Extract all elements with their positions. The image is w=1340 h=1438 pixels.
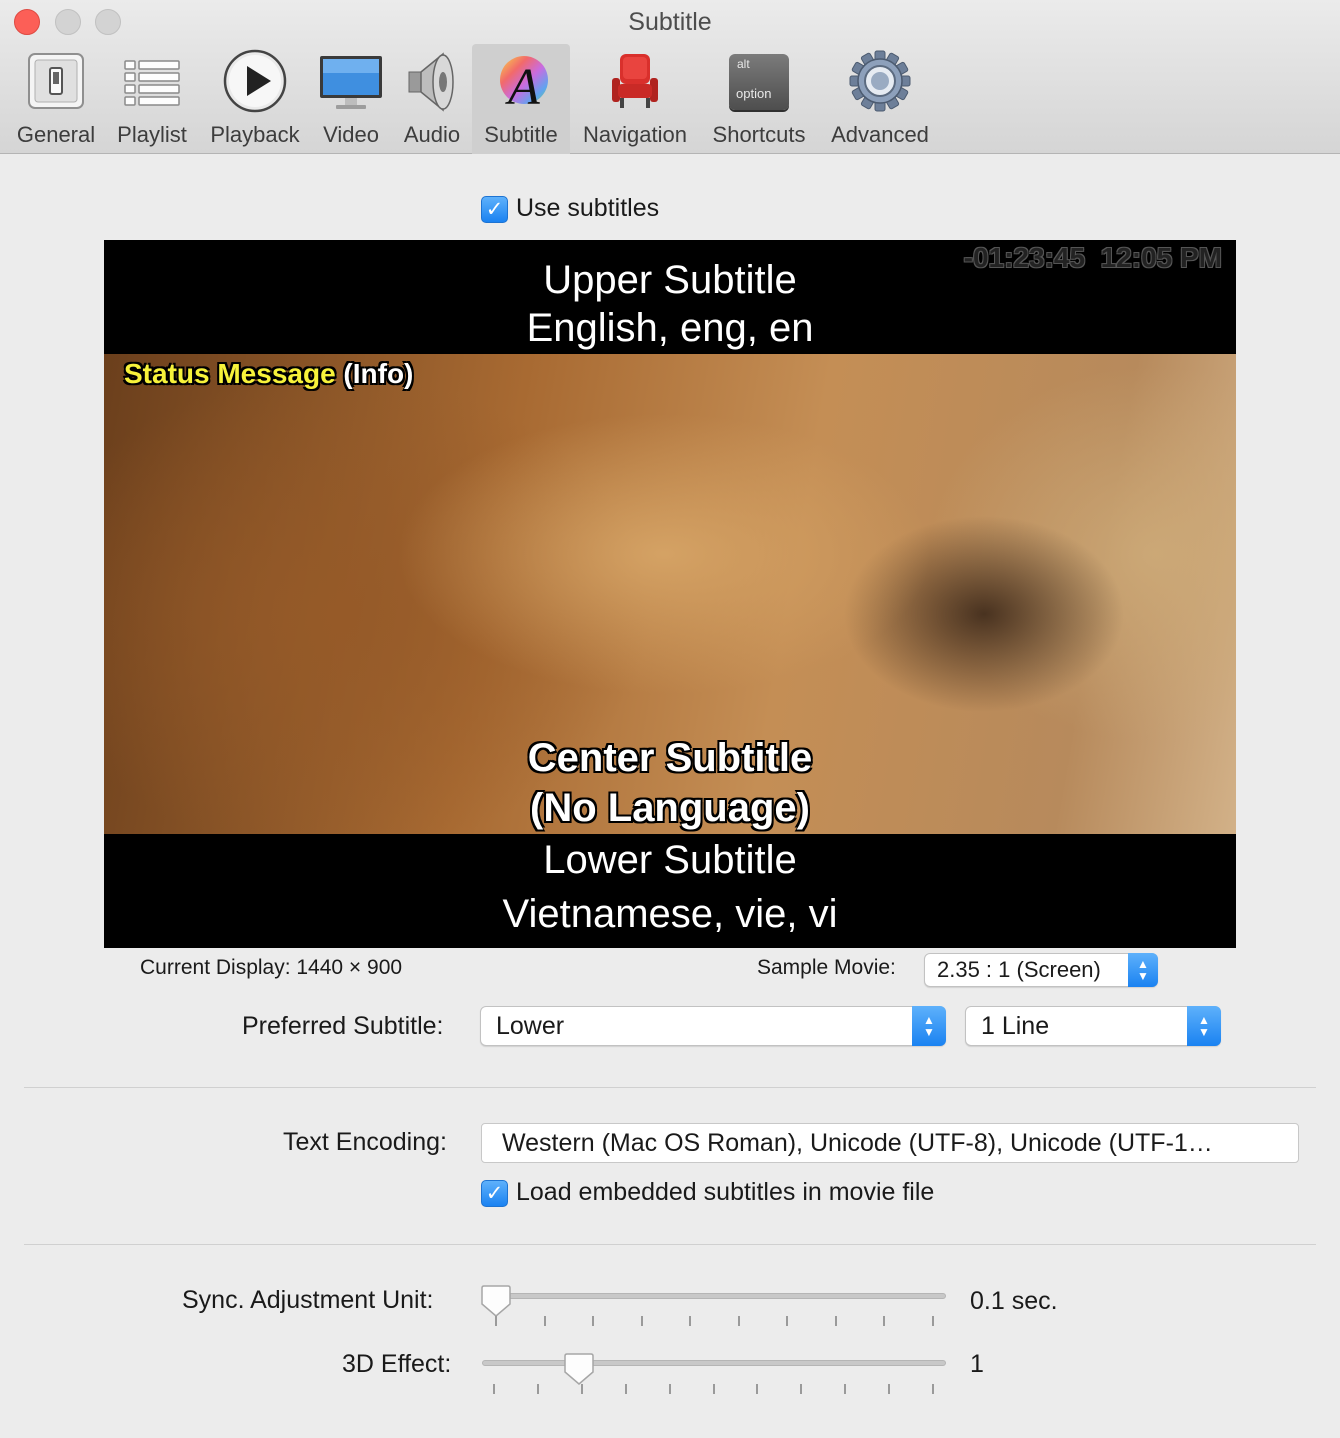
- separator: [24, 1244, 1316, 1245]
- popup-arrows-icon: ▲ ▼: [1187, 1006, 1221, 1046]
- preferences-window: Subtitle General Playlist Playback Video…: [0, 0, 1340, 1438]
- tick-mark: [581, 1384, 583, 1394]
- tick-mark: [493, 1384, 495, 1394]
- subtitle-lines-value: 1 Line: [981, 1011, 1050, 1040]
- tab-shortcuts[interactable]: alt option Shortcuts: [704, 44, 814, 154]
- lower-subtitle-line2: Vietnamese, vie, vi: [502, 892, 838, 936]
- tick-mark: [800, 1384, 802, 1394]
- theater-seat-icon: [602, 48, 668, 114]
- tab-playback-label: Playback: [210, 122, 300, 147]
- use-subtitles-checkbox[interactable]: ✓: [481, 196, 508, 223]
- tick-mark: [713, 1384, 715, 1394]
- sync-adjustment-value: 0.1 sec.: [970, 1287, 1058, 1315]
- tab-shortcuts-label: Shortcuts: [712, 122, 806, 147]
- tick-mark: [883, 1316, 885, 1326]
- subtitle-lines-popup[interactable]: 1 Line ▲ ▼: [965, 1006, 1221, 1046]
- use-subtitles-label: Use subtitles: [516, 194, 660, 222]
- preferred-subtitle-value: Lower: [496, 1011, 565, 1040]
- svg-text:A: A: [505, 59, 540, 114]
- upper-subtitle-line1: Upper Subtitle: [543, 258, 797, 302]
- tab-playlist-label: Playlist: [117, 122, 187, 147]
- monitor-icon: [318, 48, 384, 114]
- text-encoding-field[interactable]: Western (Mac OS Roman), Unicode (UTF-8),…: [481, 1123, 1299, 1163]
- load-embedded-checkbox[interactable]: ✓: [481, 1180, 508, 1207]
- tick-mark: [835, 1316, 837, 1326]
- preferred-subtitle-label: Preferred Subtitle:: [242, 1012, 444, 1040]
- tab-video-label: Video: [323, 122, 379, 147]
- key-alt-text: alt: [737, 57, 750, 71]
- title-bar: Subtitle General Playlist Playback Video…: [0, 0, 1340, 154]
- tab-general[interactable]: General: [8, 44, 104, 154]
- tab-navigation-label: Navigation: [583, 122, 687, 147]
- subtitle-a-icon: A: [488, 48, 554, 116]
- sync-adjustment-slider[interactable]: [482, 1293, 946, 1299]
- upper-subtitle-line2: English, eng, en: [526, 306, 814, 350]
- tab-navigation[interactable]: Navigation: [576, 44, 694, 154]
- effect-3d-value: 1: [970, 1350, 984, 1378]
- tick-mark: [738, 1316, 740, 1326]
- tick-mark: [625, 1384, 627, 1394]
- tab-playlist[interactable]: Playlist: [106, 44, 198, 154]
- subtitle-preview: -01:23:45 12:05 PM Upper Subtitle Englis…: [104, 240, 1236, 948]
- tab-audio-label: Audio: [403, 122, 461, 147]
- lower-subtitle-line1: Lower Subtitle: [543, 838, 797, 882]
- sample-movie-value: 2.35 : 1 (Screen): [937, 957, 1101, 982]
- center-subtitle-line2: (No Language): [530, 786, 810, 830]
- tick-mark: [592, 1316, 594, 1326]
- tab-subtitle[interactable]: A Subtitle: [472, 44, 570, 154]
- tick-mark: [689, 1316, 691, 1326]
- tick-mark: [786, 1316, 788, 1326]
- tab-audio[interactable]: Audio: [394, 44, 470, 154]
- tick-mark: [641, 1316, 643, 1326]
- preferred-subtitle-popup[interactable]: Lower ▲ ▼: [480, 1006, 946, 1046]
- center-subtitle-line1: Center Subtitle: [527, 736, 813, 780]
- speaker-icon: [399, 48, 465, 114]
- tick-mark: [544, 1316, 546, 1326]
- text-encoding-label: Text Encoding:: [283, 1128, 447, 1156]
- popup-arrows-icon: ▲ ▼: [1128, 953, 1158, 987]
- load-embedded-label: Load embedded subtitles in movie file: [516, 1178, 935, 1206]
- tab-general-label: General: [16, 122, 96, 147]
- tick-mark: [756, 1384, 758, 1394]
- sync-adjustment-label: Sync. Adjustment Unit:: [182, 1286, 434, 1314]
- tick-mark: [932, 1316, 934, 1326]
- key-option-text: option: [736, 86, 772, 101]
- tab-advanced[interactable]: Advanced: [824, 44, 936, 154]
- sync-adjustment-knob[interactable]: [481, 1284, 511, 1318]
- status-message: Status Message (Info): [124, 358, 413, 390]
- tab-advanced-label: Advanced: [831, 122, 929, 147]
- status-message-text: Status Message: [124, 358, 336, 389]
- tick-mark: [537, 1384, 539, 1394]
- tab-subtitle-label: Subtitle: [484, 122, 558, 147]
- tick-mark: [932, 1384, 934, 1394]
- tick-mark: [888, 1384, 890, 1394]
- gear-icon: [847, 48, 913, 114]
- effect-3d-label: 3D Effect:: [342, 1350, 452, 1378]
- sample-movie-popup[interactable]: 2.35 : 1 (Screen) ▲ ▼: [924, 953, 1158, 987]
- play-icon: [222, 48, 288, 114]
- window-title: Subtitle: [628, 8, 712, 36]
- tab-video[interactable]: Video: [312, 44, 390, 154]
- tab-playback[interactable]: Playback: [202, 44, 308, 154]
- option-key-icon: alt option: [728, 48, 790, 114]
- popup-arrows-icon: ▲ ▼: [912, 1006, 946, 1046]
- status-info-text: (Info): [343, 358, 414, 389]
- tick-mark: [495, 1316, 497, 1326]
- tick-mark: [669, 1384, 671, 1394]
- effect-3d-slider[interactable]: [482, 1360, 946, 1366]
- effect-3d-knob[interactable]: [564, 1352, 594, 1386]
- separator: [24, 1087, 1316, 1088]
- general-switch-icon: [23, 48, 89, 114]
- sample-movie-label: Sample Movie:: [757, 956, 896, 979]
- tick-mark: [844, 1384, 846, 1394]
- current-display-label: Current Display: 1440 × 900: [140, 956, 403, 979]
- playlist-icon: [119, 48, 185, 114]
